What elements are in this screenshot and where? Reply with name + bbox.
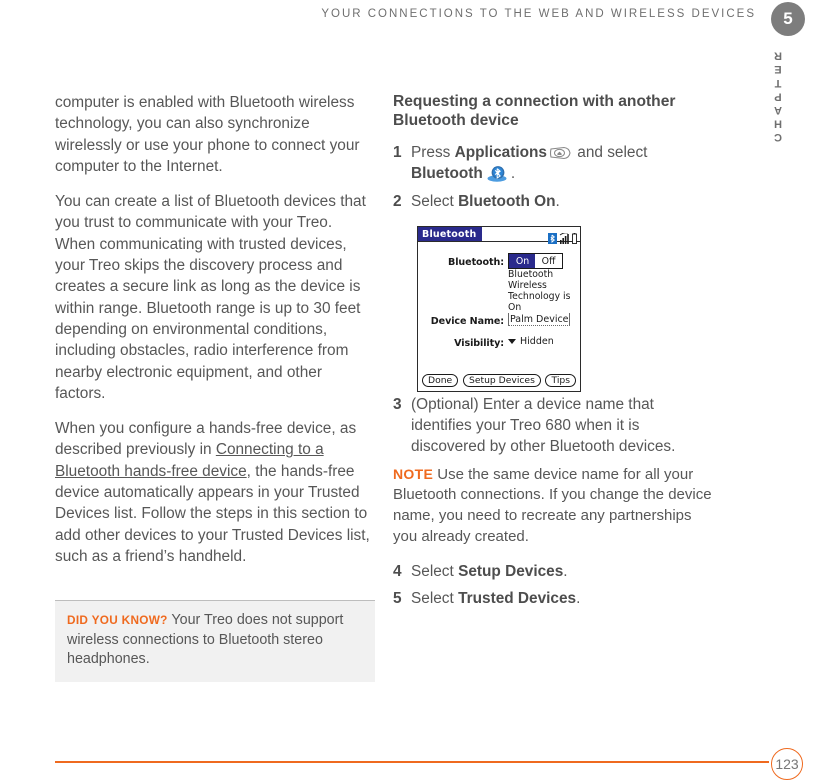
step-3-number: 3 bbox=[393, 395, 402, 413]
step-4-text: Select Setup Devices. bbox=[411, 561, 713, 582]
palm-label-bluetooth: Bluetooth: bbox=[448, 257, 504, 268]
page-number: 123 bbox=[771, 748, 803, 780]
palm-title-bar: Bluetooth bbox=[418, 227, 580, 244]
step-2-number: 2 bbox=[393, 192, 402, 210]
note-label: NOTE bbox=[393, 465, 434, 482]
palm-bluetooth-status-text: Bluetooth Wireless Technology is On bbox=[508, 269, 571, 313]
running-header: YOUR CONNECTIONS TO THE WEB AND WIRELESS… bbox=[321, 8, 756, 20]
note-callout: NOTE Use the same device name for all yo… bbox=[393, 464, 713, 547]
palm-visibility-value: Hidden bbox=[520, 336, 554, 347]
palm-visibility-dropdown[interactable]: Hidden bbox=[508, 336, 554, 347]
step-5-post: . bbox=[576, 590, 581, 608]
step-4-bold: Setup Devices bbox=[458, 563, 564, 581]
step-1-post: . bbox=[510, 165, 516, 183]
chapter-number-badge: 5 bbox=[771, 2, 805, 36]
step-2-pre: Select bbox=[411, 192, 459, 210]
step-5-pre: Select bbox=[411, 590, 459, 608]
did-you-know-callout: DID YOU KNOW? Your Treo does not support… bbox=[55, 600, 375, 682]
step-2-bold: Bluetooth On bbox=[458, 192, 556, 210]
palm-setup-devices-button[interactable]: Setup Devices bbox=[463, 374, 541, 387]
step-4: 4 Select Setup Devices. bbox=[393, 561, 713, 582]
palm-bluetooth-off-button[interactable]: Off bbox=[535, 253, 563, 269]
applications-icon bbox=[549, 145, 571, 160]
step-2-post: . bbox=[555, 192, 560, 210]
step-5-number: 5 bbox=[393, 590, 402, 608]
step-1-text: Press Applications and select Bluetooth. bbox=[411, 142, 713, 185]
palm-status-icons bbox=[548, 228, 577, 244]
section-heading: Requesting a connection with another Blu… bbox=[393, 93, 676, 129]
palm-bluetooth-on-button[interactable]: On bbox=[508, 253, 537, 269]
left-text-column: computer is enabled with Bluetooth wirel… bbox=[55, 92, 375, 567]
battery-icon bbox=[572, 229, 577, 244]
palm-label-visibility: Visibility: bbox=[454, 338, 504, 349]
step-5-text: Select Trusted Devices. bbox=[411, 588, 713, 609]
step-1-number: 1 bbox=[393, 144, 402, 161]
step-2-text: Select Bluetooth On. bbox=[411, 191, 713, 212]
footer-rule bbox=[55, 761, 769, 763]
paragraph-continued: computer is enabled with Bluetooth wirel… bbox=[55, 94, 360, 175]
paragraph-trusted-devices: You can create a list of Bluetooth devic… bbox=[55, 193, 366, 402]
step-4-post: . bbox=[563, 563, 568, 581]
bluetooth-status-icon bbox=[548, 229, 557, 244]
step-4-pre: Select bbox=[411, 563, 459, 581]
palm-form-body: Bluetooth: On Off Bluetooth Wireless Tec… bbox=[418, 242, 580, 392]
palm-tips-button[interactable]: Tips bbox=[545, 374, 576, 387]
signal-strength-icon bbox=[559, 229, 570, 244]
palm-label-device-name: Device Name: bbox=[430, 316, 504, 327]
step-4-number: 4 bbox=[393, 563, 402, 581]
paragraph-hands-free: When you configure a hands-free device, … bbox=[55, 418, 375, 567]
step-3: 3 (Optional) Enter a device name that id… bbox=[393, 394, 713, 458]
palm-done-button[interactable]: Done bbox=[422, 374, 459, 387]
did-you-know-body: DID YOU KNOW? Your Treo does not support… bbox=[67, 611, 363, 670]
step-1: 1 Press Applications and select Bluetoot… bbox=[393, 142, 713, 185]
did-you-know-label: DID YOU KNOW? bbox=[67, 613, 168, 627]
chapter-label: CHAPTER bbox=[772, 48, 784, 144]
step-5-bold: Trusted Devices bbox=[458, 590, 577, 608]
palm-button-bar: Done Setup Devices Tips bbox=[418, 374, 580, 389]
step-1-bold-bluetooth: Bluetooth bbox=[411, 165, 483, 183]
palm-device-name-input[interactable]: Palm Device bbox=[508, 313, 570, 326]
step-1-mid: and select bbox=[572, 144, 648, 161]
note-text: Use the same device name for all your Bl… bbox=[393, 465, 712, 545]
step-3-text: (Optional) Enter a device name that iden… bbox=[411, 395, 676, 456]
step-5: 5 Select Trusted Devices. bbox=[393, 588, 713, 609]
chevron-down-icon bbox=[508, 339, 516, 344]
bluetooth-icon bbox=[486, 165, 508, 183]
palm-app-title: Bluetooth bbox=[418, 227, 483, 241]
step-1-bold-applications: Applications bbox=[454, 144, 547, 161]
step-1-pre: Press bbox=[411, 144, 455, 161]
bluetooth-settings-screenshot: Bluetooth Bluetooth: On Off Bluetooth Wi… bbox=[417, 226, 581, 392]
step-2: 2 Select Bluetooth On. bbox=[393, 191, 713, 212]
